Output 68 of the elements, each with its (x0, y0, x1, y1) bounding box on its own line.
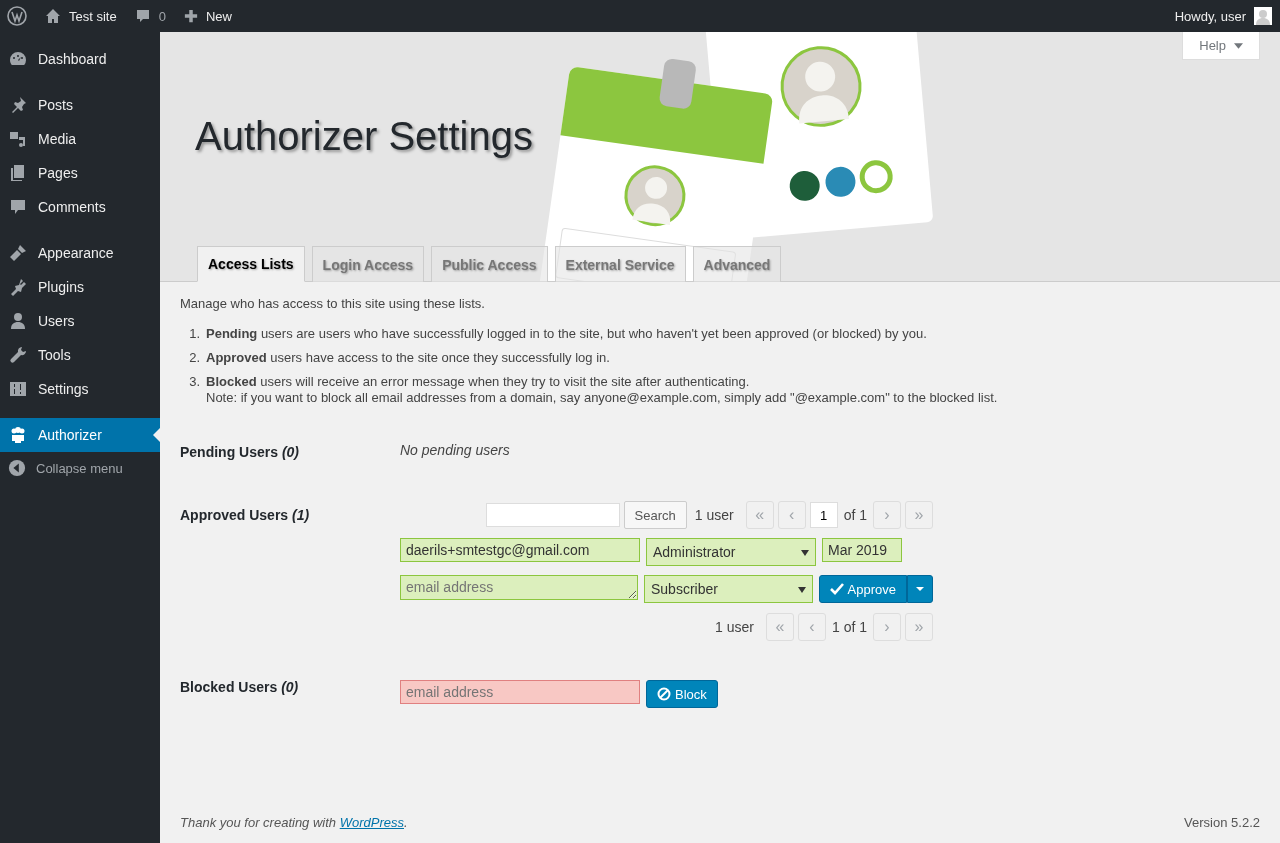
menu-item[interactable]: Tools (0, 338, 160, 372)
sliders-icon (8, 379, 28, 399)
account-link[interactable]: Howdy, user (1174, 7, 1272, 25)
version-text: Version 5.2.2 (1184, 815, 1260, 830)
wordpress-link[interactable]: WordPress (339, 815, 404, 830)
caret-icon (916, 587, 924, 591)
user-count: 1 user (715, 619, 754, 635)
page-number-field[interactable]: 1 (809, 502, 838, 528)
checkmark-icon (829, 583, 844, 595)
comments-link[interactable]: 0 (134, 8, 166, 24)
date-field[interactable]: Mar 2019 (822, 538, 902, 562)
search-button[interactable]: Search (623, 501, 687, 529)
menu-item[interactable]: Users (0, 304, 160, 338)
rule-text: Blocked users will receive an error message when they try to visit the site after authenticating. (206, 374, 751, 390)
email-field[interactable]: daerils+smtestgc@gmail.com (400, 538, 640, 562)
wordpress-logo-icon[interactable] (7, 6, 27, 26)
wrench-icon (8, 345, 28, 365)
menu-item[interactable]: Posts (0, 88, 160, 122)
plus-icon (183, 9, 198, 23)
menu-item[interactable]: Plugins (0, 270, 160, 304)
menu-item[interactable]: Appearance (0, 236, 160, 270)
menu-item[interactable]: Media (0, 122, 160, 156)
list-number: 2. (188, 350, 200, 366)
speech-bubble-icon (134, 8, 151, 24)
page-total: of 1 (843, 507, 867, 523)
new-link[interactable]: New (183, 8, 232, 24)
intro-text: Manage who has access to this site using these lists. (180, 296, 486, 311)
menu-item[interactable]: Dashboard (0, 42, 160, 76)
menu-item[interactable]: Pages (0, 156, 160, 190)
page-indicator: 1 of 1 (831, 619, 867, 635)
user-count: 1 user (694, 507, 734, 523)
section-label: Approved Users (1) (180, 506, 311, 525)
tab[interactable]: Access Lists (197, 246, 305, 282)
tab[interactable]: Public Access (431, 246, 548, 282)
avatar-icon (1254, 7, 1272, 25)
tab[interactable]: External Service (554, 246, 686, 282)
rule-text: Approved users have access to the site once they successfully log in. (206, 350, 610, 366)
block-button[interactable]: Block (646, 680, 718, 708)
section-label: Pending Users (0) (180, 443, 301, 460)
tab[interactable]: Advanced (692, 246, 782, 282)
tab[interactable]: Login Access (311, 246, 425, 282)
role-select[interactable]: Subscriber (644, 575, 813, 603)
rule-text: Pending users are users who have successfully logged in to the site, but who haven't yet been approved (or blocked) by you. (206, 326, 927, 342)
footer-credit: Thank you for creating with WordPress. (180, 815, 408, 830)
caret-icon (1234, 42, 1243, 49)
email-field[interactable]: email address (400, 680, 640, 704)
brush-icon (8, 243, 28, 263)
empty-message: No pending users (400, 441, 511, 458)
list-number: 1. (188, 326, 200, 342)
site-link[interactable]: Test site (45, 8, 117, 24)
section-label: Blocked Users (0) (180, 678, 300, 697)
menu-item[interactable]: Settings (0, 372, 160, 406)
prohibited-icon (657, 687, 671, 701)
menu-item[interactable]: Comments (0, 190, 160, 224)
note-text: Note: if you want to block all email addresses from a domain, say anyone@example.com, simply add "@example.com" to the blocked list. (206, 390, 998, 406)
dropdown-button[interactable] (907, 575, 933, 603)
home-icon (45, 8, 61, 24)
collapse-menu-button[interactable]: Collapse menu (0, 452, 160, 484)
search-field[interactable] (485, 503, 620, 527)
list-number: 3. (188, 374, 200, 391)
role-select[interactable]: Administrator (646, 538, 816, 566)
help-button[interactable]: Help (1182, 32, 1260, 60)
email-field[interactable]: email address (400, 575, 638, 600)
media-icon (8, 129, 28, 149)
page-title: Authorizer Settings (195, 114, 533, 159)
approve-button[interactable]: Approve (818, 575, 907, 603)
person-icon (8, 311, 28, 331)
menu-item[interactable]: Authorizer (0, 418, 160, 452)
